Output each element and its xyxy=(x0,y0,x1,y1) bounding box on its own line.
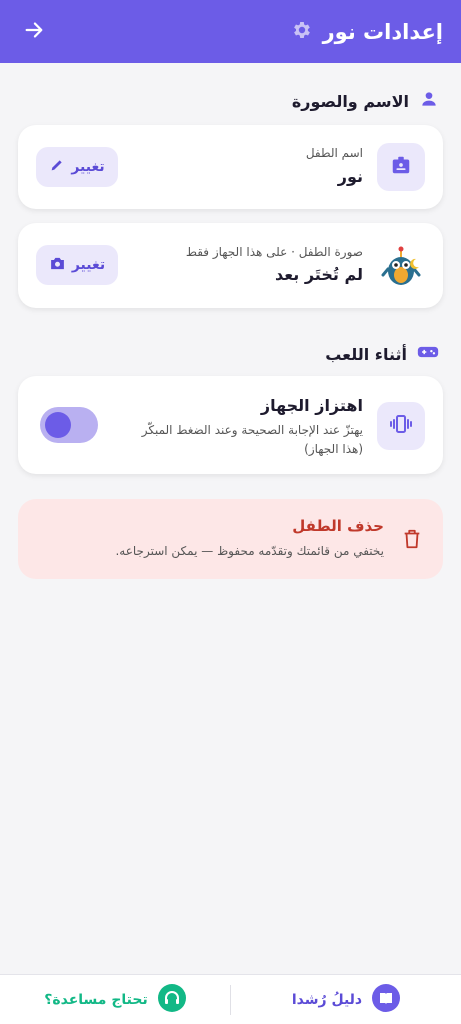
delete-child-card[interactable]: حذف الطفل يختفي من قائمتك وتقدّمه محفوظ … xyxy=(18,499,443,579)
back-button[interactable] xyxy=(20,18,48,46)
vibration-card: اهتزاز الجهاز يهتزّ عند الإجابة الصحيحة … xyxy=(18,376,443,474)
change-photo-button[interactable]: تغيير xyxy=(36,245,118,285)
child-photo-card: صورة الطفل · على هذا الجهاز فقط لم تُختَ… xyxy=(18,223,443,308)
child-name-label: اسم الطفل xyxy=(305,146,363,160)
child-photo-value: لم تُختَر بعد xyxy=(275,265,363,284)
change-photo-label: تغيير xyxy=(71,257,106,273)
arrow-right-icon xyxy=(23,19,45,45)
toggle-knob xyxy=(45,412,71,438)
vibration-icon xyxy=(389,412,413,440)
book-icon xyxy=(372,983,401,1016)
person-icon xyxy=(419,89,439,113)
help-link[interactable]: تحتاج مساعدة؟ xyxy=(0,983,230,1016)
trash-icon xyxy=(401,527,423,555)
camera-icon xyxy=(49,255,66,276)
change-name-button[interactable]: تغيير xyxy=(36,147,118,187)
vibration-icon-box xyxy=(377,402,425,450)
top-app-bar: إعدادات نور xyxy=(0,0,461,63)
delete-child-title: حذف الطفل xyxy=(292,517,384,535)
section-header-name-photo: الاسم والصورة xyxy=(292,89,439,113)
vibration-description: يهتزّ عند الإجابة الصحيحة وعند الضغط الم… xyxy=(141,423,363,437)
gamepad-icon xyxy=(417,342,439,366)
child-name-card: اسم الطفل نور تغيير xyxy=(18,125,443,209)
bottom-bar: دليلُ رُشدا تحتاج مساعدة؟ xyxy=(0,974,461,1024)
bottom-divider xyxy=(230,984,231,1015)
headset-icon xyxy=(157,983,186,1016)
vibration-description-note: (هذا الجهاز) xyxy=(304,442,363,456)
guide-link[interactable]: دليلُ رُشدا xyxy=(231,983,461,1016)
pencil-icon xyxy=(49,157,65,177)
delete-child-description: يختفي من قائمتك وتقدّمه محفوظ — يمكن است… xyxy=(115,544,384,558)
id-badge-icon-box xyxy=(377,143,425,191)
mascot-avatar xyxy=(379,245,423,289)
id-badge-icon xyxy=(390,154,412,180)
section-title: الاسم والصورة xyxy=(291,91,409,111)
guide-label: دليلُ رُشدا xyxy=(291,991,363,1008)
help-label: تحتاج مساعدة؟ xyxy=(44,991,148,1008)
section-header-during-play: أثناء اللعب xyxy=(325,342,439,366)
page-title: إعدادات نور xyxy=(322,19,443,44)
vibration-toggle[interactable] xyxy=(40,407,98,443)
change-name-label: تغيير xyxy=(71,159,105,175)
header-title-wrap: إعدادات نور xyxy=(291,19,443,45)
section-title: أثناء اللعب xyxy=(325,344,407,364)
child-name-value: نور xyxy=(337,167,363,186)
child-photo-label: صورة الطفل · على هذا الجهاز فقط xyxy=(185,245,363,259)
vibration-title: اهتزاز الجهاز xyxy=(260,396,363,415)
gear-icon xyxy=(291,19,313,45)
